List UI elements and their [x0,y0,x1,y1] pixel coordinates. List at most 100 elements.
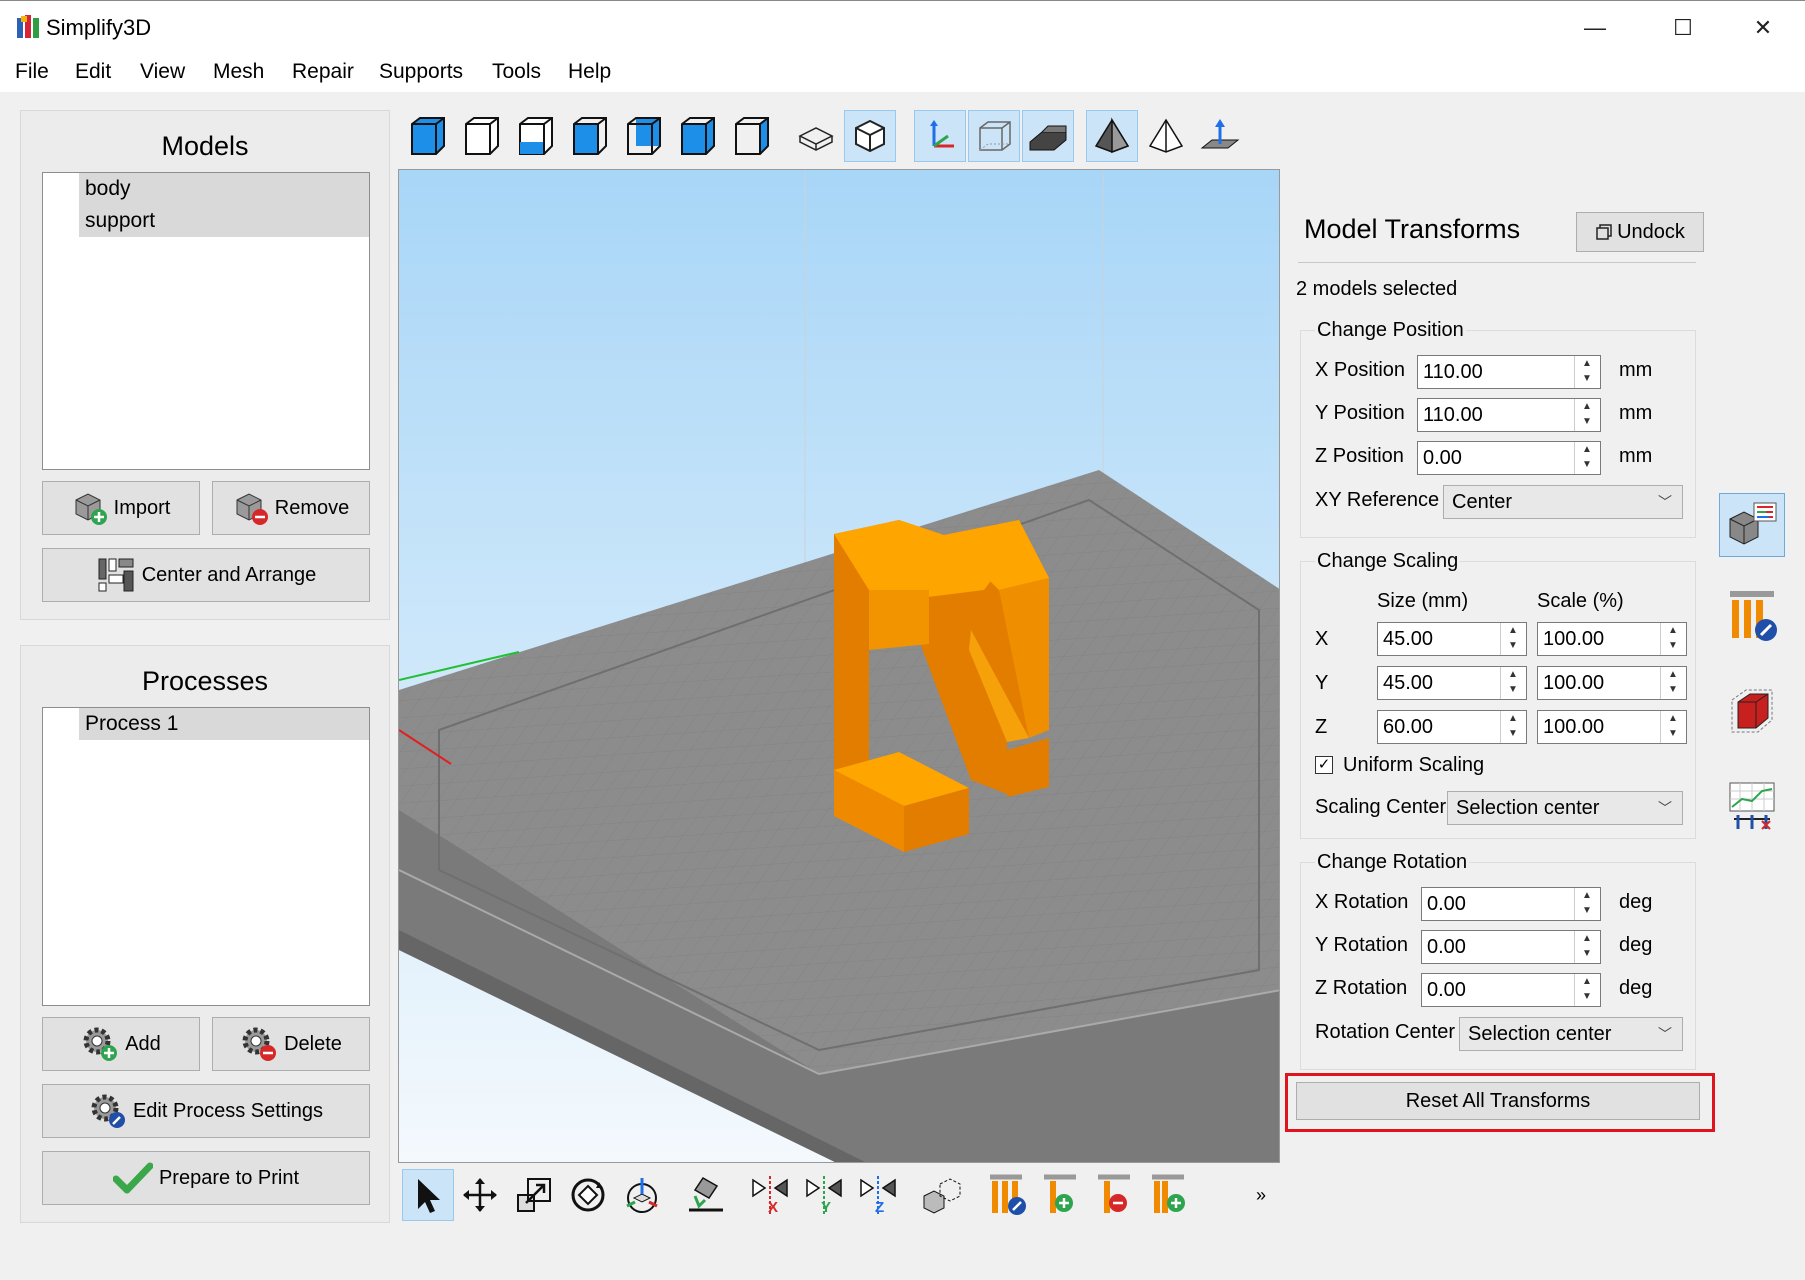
menu-edit[interactable]: Edit [75,60,111,84]
scaling-center-select[interactable]: Selection center ﹀ [1447,791,1683,825]
x-rotation-input[interactable]: 0.00 ▲ ▼ [1421,887,1601,921]
import-button[interactable]: Import [42,481,200,535]
uniform-scaling-checkbox[interactable]: ✓ [1315,756,1333,774]
center-and-arrange-button[interactable]: Center and Arrange [42,548,370,602]
add-process-button[interactable]: Add [42,1017,200,1071]
support-add-manual-icon[interactable] [1142,1169,1194,1221]
list-item[interactable]: Process 1 [79,708,369,740]
z-rotation-input[interactable]: 0.00 ▲ ▼ [1421,973,1601,1007]
scene-render[interactable] [399,170,1280,1163]
size-x-input[interactable]: 45.00 ▲ ▼ [1377,622,1527,656]
center-and-arrange-label: Center and Arrange [141,563,317,586]
rotation-center-label: Rotation Center [1315,1021,1456,1043]
support-add-icon[interactable] [1034,1169,1086,1221]
processes-list[interactable]: Process 1 [42,707,370,1006]
remove-button[interactable]: Remove [212,481,370,535]
undock-label: Undock [1617,220,1685,243]
prepare-to-print-button[interactable]: Prepare to Print [42,1151,370,1205]
wireframe-icon[interactable] [790,110,842,162]
solid-icon[interactable] [844,110,896,162]
axes-icon[interactable] [914,110,966,162]
menu-help[interactable]: Help [568,60,611,84]
scale-icon[interactable] [508,1169,560,1221]
select-icon[interactable] [402,1169,454,1221]
delete-process-button[interactable]: Delete [212,1017,370,1071]
uniform-scaling-label: Uniform Scaling [1343,754,1485,776]
y-position-input[interactable]: 110.00 ▲ ▼ [1417,398,1601,432]
group-icon[interactable] [916,1169,968,1221]
preview-stats-icon[interactable] [1719,775,1785,839]
gear-delete-icon [242,1027,277,1061]
menu-supports[interactable]: Supports [379,60,463,84]
model-transforms-icon[interactable] [1719,493,1785,557]
xy-reference-value: Center [1452,491,1513,513]
menu-view[interactable]: View [140,60,185,84]
mirror-x-icon[interactable]: X [744,1169,796,1221]
y-rotation-stepper[interactable]: ▲ ▼ [1574,931,1600,963]
transform-icon[interactable] [616,1169,668,1221]
size-z-stepper[interactable]: ▲ ▼ [1500,711,1526,743]
maximize-button[interactable]: ☐ [1643,1,1723,55]
shaded-icon[interactable] [1086,110,1138,162]
models-list[interactable]: body support [42,172,370,470]
view-back-icon[interactable] [510,110,562,162]
rotate-icon[interactable] [562,1169,614,1221]
size-z-input[interactable]: 60.00 ▲ ▼ [1377,710,1527,744]
size-x-stepper[interactable]: ▲ ▼ [1500,623,1526,655]
cross-section-icon[interactable] [1719,680,1785,744]
x-rotation-stepper[interactable]: ▲ ▼ [1574,888,1600,920]
edit-process-settings-button[interactable]: Edit Process Settings [42,1084,370,1138]
mirror-z-icon[interactable]: Z [852,1169,904,1221]
move-icon[interactable] [454,1169,506,1221]
bed-icon[interactable] [1022,110,1074,162]
z-rotation-label: Z Rotation [1315,977,1408,999]
x-position-stepper[interactable]: ▲ ▼ [1574,356,1600,388]
support-edit-icon[interactable] [980,1169,1032,1221]
3d-viewport[interactable] [398,169,1280,1163]
view-default-icon[interactable] [402,110,454,162]
support-remove-icon[interactable] [1088,1169,1140,1221]
view-top-icon[interactable] [672,110,724,162]
toolbar-overflow-button[interactable]: » [1246,1169,1276,1221]
view-bottom-icon[interactable] [726,110,778,162]
size-y-input[interactable]: 45.00 ▲ ▼ [1377,666,1527,700]
y-position-label: Y Position [1315,402,1405,424]
place-on-bed-icon[interactable] [680,1169,732,1221]
add-label: Add [125,1032,161,1055]
size-y-stepper[interactable]: ▲ ▼ [1500,667,1526,699]
view-left-icon[interactable] [564,110,616,162]
list-item[interactable]: support [79,205,369,237]
scale-z-stepper[interactable]: ▲ ▼ [1660,711,1686,743]
svg-text:X: X [768,1199,778,1216]
menu-mesh[interactable]: Mesh [213,60,264,84]
list-item[interactable]: body [79,173,369,205]
scale-x-stepper[interactable]: ▲ ▼ [1660,623,1686,655]
view-front-icon[interactable] [456,110,508,162]
scale-x-value: 100.00 [1543,628,1605,650]
close-button[interactable]: ✕ [1723,1,1803,55]
x-position-input[interactable]: 110.00 ▲ ▼ [1417,355,1601,389]
menu-tools[interactable]: Tools [492,60,541,84]
z-position-input[interactable]: 0.00 ▲ ▼ [1417,441,1601,475]
scale-z-input[interactable]: 100.00 ▲ ▼ [1537,710,1687,744]
y-position-stepper[interactable]: ▲ ▼ [1574,399,1600,431]
menu-file[interactable]: File [15,60,49,84]
mirror-y-icon[interactable]: Y [798,1169,850,1221]
undock-button[interactable]: Undock [1576,212,1704,252]
xy-reference-select[interactable]: Center ﹀ [1443,485,1683,519]
scale-y-stepper[interactable]: ▲ ▼ [1660,667,1686,699]
y-rotation-input[interactable]: 0.00 ▲ ▼ [1421,930,1601,964]
ground-icon[interactable] [1194,110,1246,162]
z-position-stepper[interactable]: ▲ ▼ [1574,442,1600,474]
rotation-center-value: Selection center [1468,1023,1612,1045]
scale-y-input[interactable]: 100.00 ▲ ▼ [1537,666,1687,700]
scale-x-input[interactable]: 100.00 ▲ ▼ [1537,622,1687,656]
z-rotation-stepper[interactable]: ▲ ▼ [1574,974,1600,1006]
outline-icon[interactable] [1140,110,1192,162]
view-right-icon[interactable] [618,110,670,162]
minimize-button[interactable]: — [1555,1,1635,55]
build-volume-icon[interactable] [968,110,1020,162]
menu-repair[interactable]: Repair [292,60,354,84]
rotation-center-select[interactable]: Selection center ﹀ [1459,1017,1683,1051]
support-settings-icon[interactable] [1719,584,1785,648]
